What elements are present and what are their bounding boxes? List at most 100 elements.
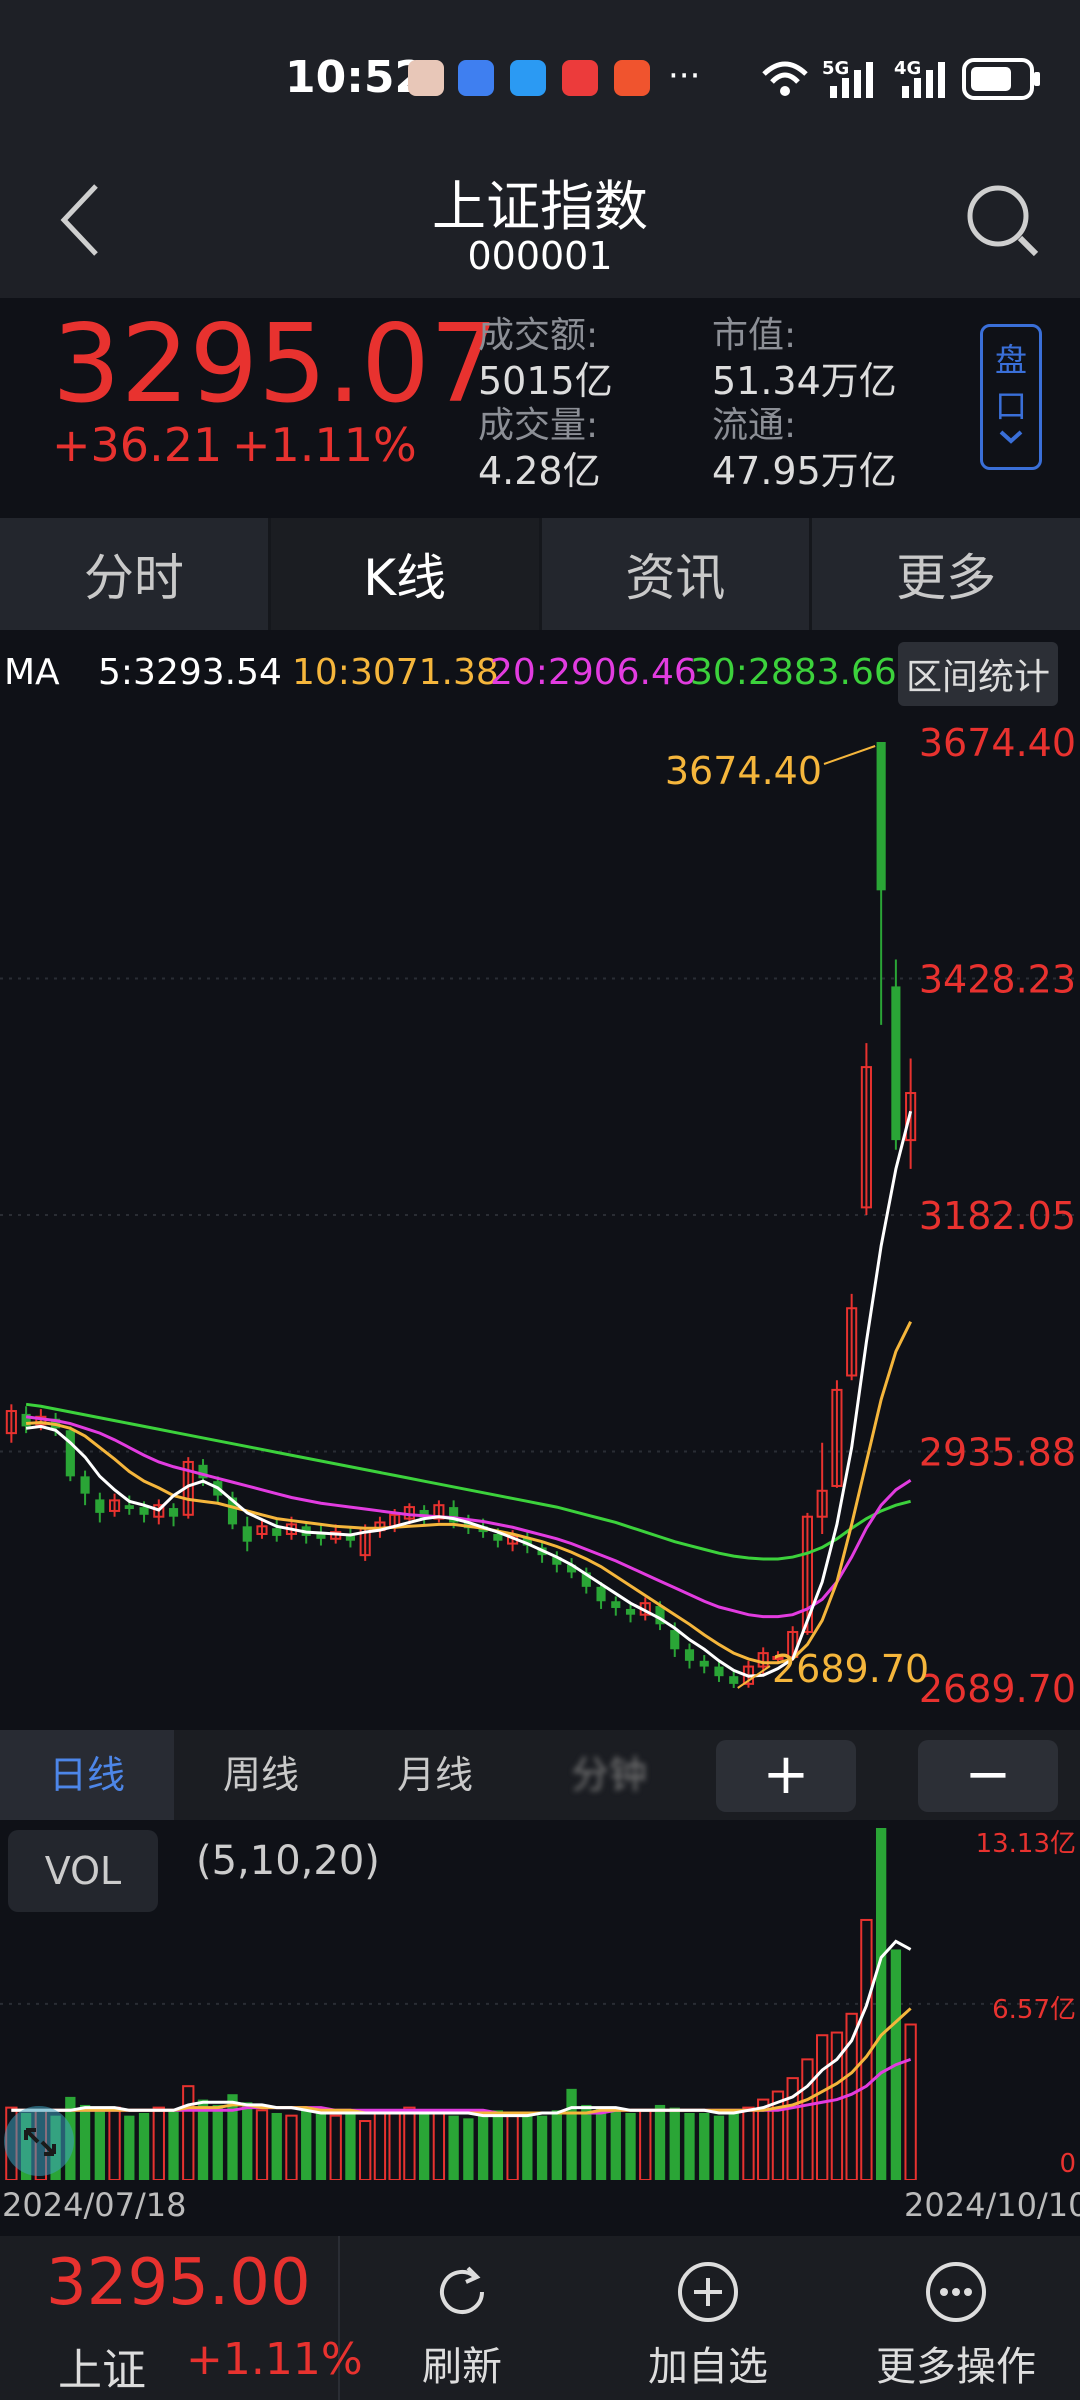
fullscreen-icon[interactable] bbox=[4, 2106, 74, 2176]
date-axis: 2024/07/18 2024/10/10 bbox=[0, 2180, 1080, 2236]
add-watchlist-button[interactable]: 加自选 bbox=[584, 2236, 832, 2400]
candle-body bbox=[242, 1526, 252, 1542]
notification-app-icon-blue bbox=[458, 60, 494, 96]
more-notifications-icon: ··· bbox=[668, 56, 701, 96]
stock-code: 000001 bbox=[467, 234, 613, 278]
volume-bar bbox=[728, 2110, 739, 2180]
y-axis-label: 2689.70 bbox=[919, 1667, 1076, 1711]
page-title: 上证指数 bbox=[432, 175, 648, 238]
chart-tabs: 分时 K线 资讯 更多 bbox=[0, 518, 1080, 630]
refresh-button[interactable]: 刷新 bbox=[340, 2236, 584, 2400]
volume-bar bbox=[699, 2112, 710, 2180]
more-circle-icon bbox=[926, 2262, 986, 2322]
tab-intraday[interactable]: 分时 bbox=[0, 518, 271, 630]
candle-body bbox=[684, 1649, 695, 1661]
volume-axis-label: 13.13亿 bbox=[976, 1829, 1076, 1859]
volume-bar bbox=[271, 2112, 282, 2180]
notification-avatar-icon bbox=[408, 60, 444, 96]
y-axis-label: 3674.40 bbox=[919, 721, 1076, 765]
volume-bar bbox=[492, 2110, 504, 2180]
vma5-line bbox=[11, 1939, 912, 2118]
tab-news[interactable]: 资讯 bbox=[542, 518, 813, 630]
signal-5g-icon bbox=[830, 62, 873, 98]
volume-bar bbox=[654, 2104, 666, 2180]
candle-body bbox=[611, 1601, 621, 1608]
volume-bar bbox=[168, 2110, 179, 2180]
price-change: +36.21 bbox=[52, 418, 223, 472]
volume-bar bbox=[242, 2102, 253, 2180]
refresh-icon bbox=[440, 2266, 484, 2314]
candle-body bbox=[168, 1508, 179, 1517]
volume-bar bbox=[566, 2088, 577, 2180]
candle-body bbox=[625, 1608, 636, 1615]
volume-bar bbox=[639, 2109, 652, 2180]
volume-bar bbox=[610, 2110, 621, 2180]
volume-bar bbox=[182, 2085, 195, 2180]
price-change-pct: +1.11% bbox=[232, 418, 417, 472]
volume-panel[interactable]: VOL (5,10,20) 13.13亿 6.57亿 0 bbox=[0, 1820, 1080, 2180]
quote-panel: 3295.07 +36.21 +1.11% 成交额: 5015亿 成交量: 4.… bbox=[0, 298, 1080, 518]
period-weekly[interactable]: 周线 bbox=[174, 1730, 348, 1820]
tab-kline[interactable]: K线 bbox=[270, 518, 542, 630]
y-axis-label: 3428.23 bbox=[919, 957, 1076, 1001]
volume-bar bbox=[79, 2104, 91, 2180]
candle-body bbox=[670, 1630, 680, 1650]
date-end: 2024/10/10 bbox=[904, 2186, 1080, 2224]
volume-bar bbox=[742, 2106, 755, 2180]
volume-bar bbox=[432, 2109, 446, 2180]
volume-bar bbox=[448, 2115, 459, 2180]
volume-bar bbox=[255, 2109, 269, 2180]
add-watchlist-label: 加自选 bbox=[648, 2344, 768, 2390]
volume-bar bbox=[669, 2107, 680, 2180]
volume-bar bbox=[403, 2106, 416, 2180]
volume-bar bbox=[418, 2112, 430, 2180]
refresh-label: 刷新 bbox=[422, 2344, 502, 2390]
nav-header: 上证指数 000001 bbox=[0, 150, 1080, 298]
mini-name: 上证 bbox=[58, 2345, 146, 2396]
volume-bar bbox=[904, 2023, 917, 2180]
kline-chart[interactable]: MA 5:3293.54 10:3071.38 20:2906.46 30:28… bbox=[0, 630, 1080, 1730]
volume-bar bbox=[477, 2115, 489, 2180]
volume-bar bbox=[816, 2034, 829, 2180]
volume-bar bbox=[536, 2115, 548, 2180]
zoom-out-button[interactable]: − bbox=[918, 1740, 1058, 1812]
high-annotation-line bbox=[823, 745, 876, 765]
search-icon[interactable] bbox=[962, 180, 1042, 260]
more-actions-label: 更多操作 bbox=[876, 2344, 1036, 2390]
battery-icon bbox=[962, 58, 1040, 100]
volume-plot: 13.13亿 6.57亿 0 bbox=[0, 1828, 1080, 2180]
period-monthly[interactable]: 月线 bbox=[348, 1730, 522, 1820]
volume-bar bbox=[329, 2114, 342, 2180]
current-price: 3295.07 bbox=[52, 302, 499, 427]
wifi-icon bbox=[762, 61, 808, 96]
order-book-button[interactable]: 盘口 bbox=[980, 324, 1042, 470]
notification-chat-icon bbox=[510, 60, 546, 96]
candle-body bbox=[272, 1528, 282, 1536]
volume-bar bbox=[138, 2112, 150, 2180]
volume-axis-label: 6.57亿 bbox=[992, 1995, 1076, 2025]
vma10-line bbox=[11, 2007, 912, 2115]
notification-mail-icon bbox=[562, 60, 598, 96]
date-start: 2024/07/18 bbox=[2, 2186, 187, 2224]
volume-bar bbox=[345, 2110, 356, 2180]
status-time: 10:52 bbox=[285, 52, 426, 103]
vma20-line bbox=[11, 2057, 912, 2115]
volume-bar bbox=[152, 2106, 165, 2180]
tab-more[interactable]: 更多 bbox=[812, 518, 1080, 630]
zoom-in-button[interactable]: + bbox=[716, 1740, 856, 1812]
period-minute[interactable]: 分钟 bbox=[522, 1730, 696, 1820]
more-actions-button[interactable]: 更多操作 bbox=[832, 2236, 1080, 2400]
candle-body bbox=[714, 1666, 724, 1677]
volume-bar bbox=[301, 2110, 312, 2180]
chevron-down-icon bbox=[999, 430, 1023, 444]
period-selector: 日线 周线 月线 分钟 + − bbox=[0, 1730, 1080, 1820]
low-annotation: 2689.70 bbox=[772, 1647, 929, 1691]
candle-body bbox=[729, 1676, 739, 1684]
mini-quote[interactable]: 3295.00 上证 +1.11% bbox=[0, 2236, 363, 2400]
candle-body bbox=[699, 1660, 709, 1667]
volume-bar bbox=[94, 2110, 105, 2180]
period-daily[interactable]: 日线 bbox=[0, 1730, 174, 1820]
volume-bar bbox=[463, 2118, 474, 2180]
kline-plot: 3674.40 3428.23 3182.05 2935.88 2689.70 3674.… bbox=[0, 721, 1080, 1711]
mini-pct: +1.11% bbox=[186, 2334, 363, 2385]
